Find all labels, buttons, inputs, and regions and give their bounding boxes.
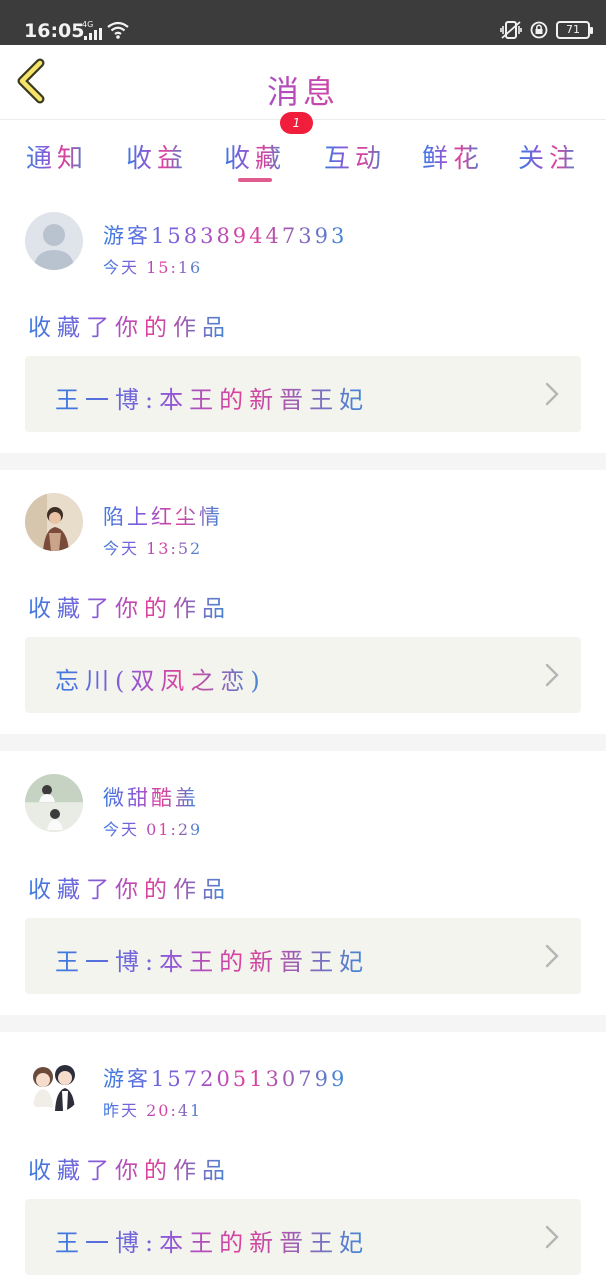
username[interactable]: 微甜酷盖 bbox=[103, 782, 199, 812]
wifi-icon bbox=[107, 21, 129, 39]
avatar[interactable] bbox=[25, 493, 83, 551]
tab-interactions[interactable]: 互动 bbox=[324, 138, 386, 175]
status-bar: 16:05 4G 71 bbox=[0, 0, 606, 45]
tab-following[interactable]: 关注 bbox=[518, 138, 580, 175]
message-action: 收藏了你的作品 bbox=[28, 1151, 231, 1185]
signal-icon bbox=[84, 28, 102, 40]
default-avatar-icon bbox=[25, 212, 83, 270]
message-card: 游客158389447393 今天 15:16 收藏了你的作品 王一博:本王的新… bbox=[0, 196, 606, 461]
message-time: 今天 01:29 bbox=[103, 816, 202, 840]
message-card: 陷上红尘情 今天 13:52 收藏了你的作品 忘川(双凤之恋) bbox=[0, 477, 606, 742]
unread-badge: 1 bbox=[280, 112, 313, 134]
work-link[interactable]: 王一博:本王的新晋王妃 bbox=[25, 1199, 581, 1275]
rotation-lock-icon bbox=[530, 21, 548, 39]
active-tab-indicator bbox=[238, 178, 272, 182]
message-time: 昨天 20:41 bbox=[103, 1097, 202, 1121]
card-divider bbox=[0, 453, 606, 470]
photo-avatar-icon bbox=[25, 774, 83, 832]
photo-avatar-icon bbox=[25, 493, 83, 551]
tab-flowers[interactable]: 鲜花 bbox=[422, 138, 484, 175]
work-link[interactable]: 王一博:本王的新晋王妃 bbox=[25, 356, 581, 432]
card-divider bbox=[0, 1015, 606, 1032]
message-action: 收藏了你的作品 bbox=[28, 589, 231, 623]
work-title: 忘川(双凤之恋) bbox=[55, 661, 266, 696]
tab-favorites[interactable]: 收藏 bbox=[224, 138, 286, 175]
page-title: 消息 bbox=[0, 67, 606, 113]
message-card: 游客157205130799 昨天 20:41 收藏了你的作品 王一博:本王的新… bbox=[0, 1039, 606, 1280]
work-title: 王一博:本王的新晋王妃 bbox=[55, 1223, 369, 1258]
battery-level: 71 bbox=[566, 23, 580, 36]
app-header: 消息 bbox=[0, 45, 606, 119]
anime-avatar-icon bbox=[25, 1055, 83, 1113]
avatar[interactable] bbox=[25, 212, 83, 270]
username[interactable]: 游客158389447393 bbox=[103, 220, 347, 250]
chevron-right-icon bbox=[545, 944, 559, 968]
avatar[interactable] bbox=[25, 1055, 83, 1113]
work-link[interactable]: 王一博:本王的新晋王妃 bbox=[25, 918, 581, 994]
message-time: 今天 15:16 bbox=[103, 254, 202, 278]
message-action: 收藏了你的作品 bbox=[28, 308, 231, 342]
username[interactable]: 陷上红尘情 bbox=[103, 501, 223, 531]
tab-notifications[interactable]: 通知 bbox=[26, 138, 88, 175]
chevron-right-icon bbox=[545, 382, 559, 406]
work-title: 王一博:本王的新晋王妃 bbox=[55, 942, 369, 977]
message-action: 收藏了你的作品 bbox=[28, 870, 231, 904]
work-title: 王一博:本王的新晋王妃 bbox=[55, 380, 369, 415]
message-card: 微甜酷盖 今天 01:29 收藏了你的作品 王一博:本王的新晋王妃 bbox=[0, 758, 606, 1023]
chevron-right-icon bbox=[545, 663, 559, 687]
message-time: 今天 13:52 bbox=[103, 535, 202, 559]
tab-earnings[interactable]: 收益 bbox=[126, 138, 188, 175]
work-link[interactable]: 忘川(双凤之恋) bbox=[25, 637, 581, 713]
battery-icon: 71 bbox=[556, 21, 593, 39]
username[interactable]: 游客157205130799 bbox=[103, 1063, 347, 1093]
card-divider bbox=[0, 734, 606, 751]
status-time: 16:05 bbox=[24, 20, 85, 42]
vibrate-icon bbox=[500, 21, 522, 39]
chevron-right-icon bbox=[545, 1225, 559, 1249]
avatar[interactable] bbox=[25, 774, 83, 832]
